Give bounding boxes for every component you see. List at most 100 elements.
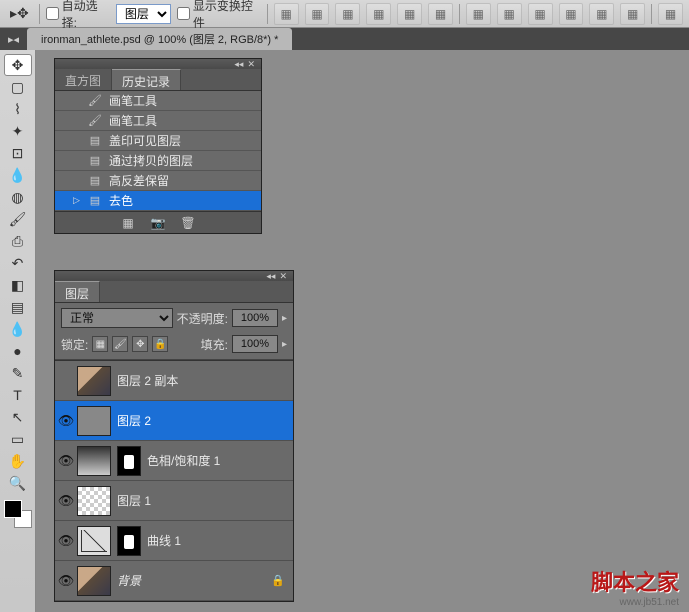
type-tool[interactable]: T: [4, 384, 32, 406]
options-bar: ▸✥ 自动选择: 图层 显示变换控件 ▦ ▦ ▦ ▦ ▦ ▦ ▦ ▦ ▦ ▦ ▦…: [0, 0, 689, 28]
hand-tool[interactable]: ✋: [4, 450, 32, 472]
close-icon[interactable]: ✕: [247, 59, 255, 70]
visibility-toggle[interactable]: 👁: [55, 533, 77, 549]
wand-tool[interactable]: ✦: [4, 120, 32, 142]
distribute-btn-2[interactable]: ▦: [497, 3, 522, 25]
zoom-tool[interactable]: 🔍: [4, 472, 32, 494]
marker-icon: ▷: [73, 195, 81, 206]
visibility-toggle[interactable]: 👁: [55, 453, 77, 469]
align-btn-5[interactable]: ▦: [397, 3, 422, 25]
dodge-tool[interactable]: ●: [4, 340, 32, 362]
align-btn-2[interactable]: ▦: [305, 3, 330, 25]
layers-panel: ◂◂ ✕ 图层 正常 不透明度: 100% ▸ 锁定: ▦ 🖌 ✥ 🔒: [54, 270, 294, 602]
marquee-tool[interactable]: ▢: [4, 76, 32, 98]
color-swatches[interactable]: [4, 500, 32, 528]
history-list: 🖌画笔工具 🖌画笔工具 ▤盖印可见图层 ▤通过拷贝的图层 ▤高反差保留 ▷▤去色: [55, 91, 261, 211]
collapse-icon[interactable]: ◂◂: [234, 59, 243, 70]
auto-select-dropdown[interactable]: 图层: [116, 4, 171, 24]
history-item[interactable]: ▤高反差保留: [55, 171, 261, 191]
crop-tool[interactable]: ⊡: [4, 142, 32, 164]
lock-position-icon[interactable]: ✥: [132, 336, 148, 352]
layer-row[interactable]: 👁 图层 1: [55, 481, 293, 521]
auto-select-label: 自动选择:: [62, 0, 110, 31]
lock-buttons: ▦ 🖌 ✥ 🔒: [92, 336, 168, 352]
lasso-tool[interactable]: ⌇: [4, 98, 32, 120]
visibility-toggle[interactable]: 👁: [55, 413, 77, 429]
gradient-tool[interactable]: ▤: [4, 296, 32, 318]
layer-name[interactable]: 背景: [117, 572, 141, 589]
foreground-swatch[interactable]: [4, 500, 22, 518]
brush-tool[interactable]: 🖌: [4, 208, 32, 230]
layer-name[interactable]: 图层 2: [117, 412, 151, 429]
layer-thumbnail[interactable]: [77, 446, 111, 476]
document-tab[interactable]: ironman_athlete.psd @ 100% (图层 2, RGB/8*…: [27, 28, 292, 50]
tab-histogram[interactable]: 直方图: [55, 69, 112, 90]
move-tool-icon[interactable]: ▸✥: [6, 3, 33, 25]
visibility-toggle[interactable]: 👁: [55, 493, 77, 509]
history-item[interactable]: 🖌画笔工具: [55, 91, 261, 111]
history-item-label: 高反差保留: [109, 172, 169, 189]
healing-tool[interactable]: ◍: [4, 186, 32, 208]
layer-thumbnail[interactable]: [77, 406, 111, 436]
opacity-arrow-icon[interactable]: ▸: [282, 313, 287, 324]
delete-icon[interactable]: 🗑: [179, 215, 197, 231]
new-snapshot-icon[interactable]: 📷: [149, 215, 167, 231]
layer-name[interactable]: 曲线 1: [147, 532, 181, 549]
blur-tool[interactable]: 💧: [4, 318, 32, 340]
tab-history[interactable]: 历史记录: [112, 69, 181, 90]
layer-thumbnail[interactable]: [77, 526, 111, 556]
pen-tool[interactable]: ✎: [4, 362, 32, 384]
stamp-tool[interactable]: ⎙: [4, 230, 32, 252]
layer-row[interactable]: 👁 色相/饱和度 1: [55, 441, 293, 481]
history-brush-tool[interactable]: ↶: [4, 252, 32, 274]
eraser-tool[interactable]: ◧: [4, 274, 32, 296]
distribute-btn-6[interactable]: ▦: [620, 3, 645, 25]
auto-align-btn[interactable]: ▦: [658, 3, 683, 25]
layer-mask-thumbnail[interactable]: [117, 526, 141, 556]
history-item[interactable]: ▤通过拷贝的图层: [55, 151, 261, 171]
distribute-btn-1[interactable]: ▦: [466, 3, 491, 25]
lock-pixels-icon[interactable]: 🖌: [112, 336, 128, 352]
distribute-btn-5[interactable]: ▦: [589, 3, 614, 25]
path-tool[interactable]: ↖: [4, 406, 32, 428]
layer-row[interactable]: 👁 图层 2 副本: [55, 361, 293, 401]
tab-layers[interactable]: 图层: [55, 281, 100, 302]
close-icon[interactable]: ✕: [279, 271, 287, 282]
layer-row[interactable]: 👁 曲线 1: [55, 521, 293, 561]
layer-thumbnail[interactable]: [77, 486, 111, 516]
align-btn-3[interactable]: ▦: [335, 3, 360, 25]
layer-thumbnail[interactable]: [77, 366, 111, 396]
opacity-label: 不透明度:: [177, 310, 228, 327]
align-btn-6[interactable]: ▦: [428, 3, 453, 25]
opacity-value[interactable]: 100%: [232, 309, 278, 327]
distribute-btn-4[interactable]: ▦: [559, 3, 584, 25]
auto-select-checkbox[interactable]: 自动选择:: [46, 0, 110, 31]
document-icon: ▤: [87, 194, 103, 208]
history-item[interactable]: ▷▤去色: [55, 191, 261, 211]
align-btn-4[interactable]: ▦: [366, 3, 391, 25]
move-tool[interactable]: ✥: [4, 54, 32, 76]
history-item[interactable]: ▤盖印可见图层: [55, 131, 261, 151]
document-icon: ▤: [87, 134, 103, 148]
lock-all-icon[interactable]: 🔒: [152, 336, 168, 352]
shape-tool[interactable]: ▭: [4, 428, 32, 450]
blend-mode-dropdown[interactable]: 正常: [61, 308, 173, 328]
layer-name[interactable]: 图层 2 副本: [117, 372, 178, 389]
layer-name[interactable]: 色相/饱和度 1: [147, 452, 220, 469]
new-document-from-state-icon[interactable]: ▦: [119, 215, 137, 231]
distribute-btn-3[interactable]: ▦: [528, 3, 553, 25]
align-btn-1[interactable]: ▦: [274, 3, 299, 25]
layer-name[interactable]: 图层 1: [117, 492, 151, 509]
fill-arrow-icon[interactable]: ▸: [282, 339, 287, 350]
visibility-toggle[interactable]: 👁: [55, 573, 77, 589]
history-item[interactable]: 🖌画笔工具: [55, 111, 261, 131]
layer-mask-thumbnail[interactable]: [117, 446, 141, 476]
layer-row[interactable]: 👁 图层 2: [55, 401, 293, 441]
eyedropper-tool[interactable]: 💧: [4, 164, 32, 186]
layer-row[interactable]: 👁 背景 🔒: [55, 561, 293, 601]
collapse-icon[interactable]: ◂◂: [266, 271, 275, 282]
show-transform-checkbox[interactable]: 显示变换控件: [177, 0, 261, 31]
lock-transparency-icon[interactable]: ▦: [92, 336, 108, 352]
fill-value[interactable]: 100%: [232, 335, 278, 353]
layer-thumbnail[interactable]: [77, 566, 111, 596]
